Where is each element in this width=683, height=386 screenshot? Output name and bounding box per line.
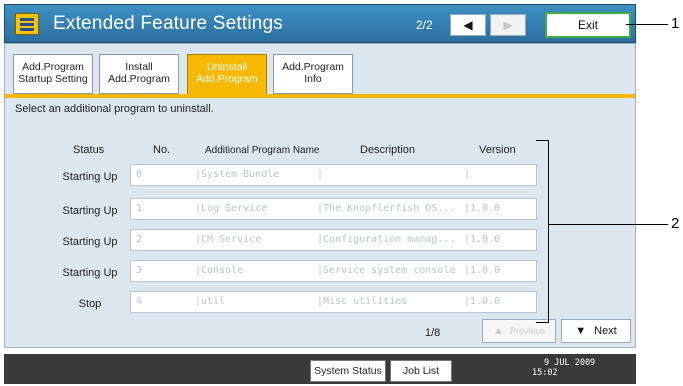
tab-startup-setting[interactable]: Add.Program Startup Setting [13, 54, 93, 94]
row-number: 2 [136, 234, 143, 245]
program-row[interactable]: 3 |Console |Service system console |1.0.… [130, 260, 537, 282]
row-description: |Misc utilities [317, 296, 408, 307]
row-program-name: |Console [195, 265, 244, 276]
date-text: 9 JUL 2009 [544, 358, 596, 368]
status-bar: System Status Job List 9 JUL 2009 15:02 [4, 354, 636, 384]
tab-label-line1: Install [125, 61, 153, 73]
tab-install[interactable]: Install Add.Program [99, 54, 179, 94]
callout-line-1 [626, 24, 668, 25]
row-version: |1.0.0 [464, 203, 501, 214]
row-number: 3 [136, 265, 143, 276]
job-list-button[interactable]: Job List [390, 360, 452, 382]
program-row[interactable]: 2 |CM Service |Configuration manag... |1… [130, 229, 537, 251]
next-label: Next [594, 325, 617, 337]
row-description: | [317, 169, 324, 180]
title-bar: Extended Feature Settings 2/2 ◀ ▶ Exit [4, 4, 636, 43]
callout-line-2 [549, 224, 668, 225]
column-header-description: Description [360, 144, 416, 156]
column-header-number: No. [153, 144, 171, 156]
row-program-name: |CM Service [195, 234, 262, 245]
callout-bracket-2 [536, 140, 549, 323]
row-status: Starting Up [62, 171, 118, 183]
next-page-button[interactable]: ▶ [490, 14, 526, 36]
instruction-text: Select an additional program to uninstal… [15, 103, 214, 115]
program-row[interactable]: 0 |System Bundle | | [130, 164, 537, 186]
row-status: Starting Up [62, 236, 118, 248]
row-version: | [464, 169, 471, 180]
previous-label: Previous [509, 326, 545, 336]
row-number: 0 [136, 169, 143, 180]
row-status: Starting Up [62, 267, 118, 279]
row-version: |1.0.0 [464, 296, 501, 307]
tab-label-line2: Add.Program [108, 73, 170, 85]
tab-underline [5, 94, 635, 98]
page-indicator: 2/2 [416, 18, 433, 32]
row-program-name: |util [195, 296, 226, 307]
callout-label-1: 1 [671, 15, 680, 32]
tab-label-line2: Add.Program [196, 73, 258, 85]
tab-label-line1: Uninstall [206, 61, 248, 73]
row-description: |Configuration manag... [317, 234, 456, 245]
callout-label-2: 2 [671, 215, 680, 232]
row-description: |Service system console [317, 265, 456, 276]
tab-uninstall[interactable]: Uninstall Add.Program [187, 54, 267, 96]
row-status: Starting Up [62, 205, 118, 217]
tab-label-line2: Info [304, 73, 322, 85]
down-arrow-icon: ▼ [575, 325, 587, 337]
tab-program-info[interactable]: Add.Program Info [273, 54, 353, 94]
row-number: 4 [136, 296, 143, 307]
tab-label-line1: Add.Program [282, 61, 344, 73]
column-header-status: Status [73, 144, 105, 156]
next-button[interactable]: ▼ Next [561, 319, 631, 343]
column-header-version: Version [479, 144, 516, 156]
time-text: 15:02 [532, 368, 558, 378]
tab-label-line2: Startup Setting [18, 73, 88, 85]
page-title: Extended Feature Settings [53, 13, 283, 34]
row-version: |1.0.0 [464, 265, 501, 276]
row-program-name: |Log Service [195, 203, 268, 214]
exit-button[interactable]: Exit [545, 12, 631, 38]
column-header-program-name: Additional Program Name [205, 145, 320, 156]
page-count: 1/8 [425, 327, 441, 339]
row-status: Stop [78, 298, 102, 310]
tab-label-line1: Add.Program [22, 61, 84, 73]
program-row[interactable]: 4 |util |Misc utilities |1.0.0 [130, 291, 537, 313]
row-description: |The Knopflerfish OS... [317, 203, 456, 214]
date-time: 9 JUL 2009 15:02 [532, 358, 595, 378]
up-arrow-icon: ▲ [493, 325, 504, 337]
system-status-button[interactable]: System Status [310, 360, 386, 382]
row-program-name: |System Bundle [195, 169, 280, 180]
row-number: 1 [136, 203, 143, 214]
previous-page-button[interactable]: ◀ [450, 14, 486, 36]
program-row[interactable]: 1 |Log Service |The Knopflerfish OS... |… [130, 198, 537, 220]
extended-feature-icon [15, 13, 39, 35]
row-version: |1.0.0 [464, 234, 501, 245]
